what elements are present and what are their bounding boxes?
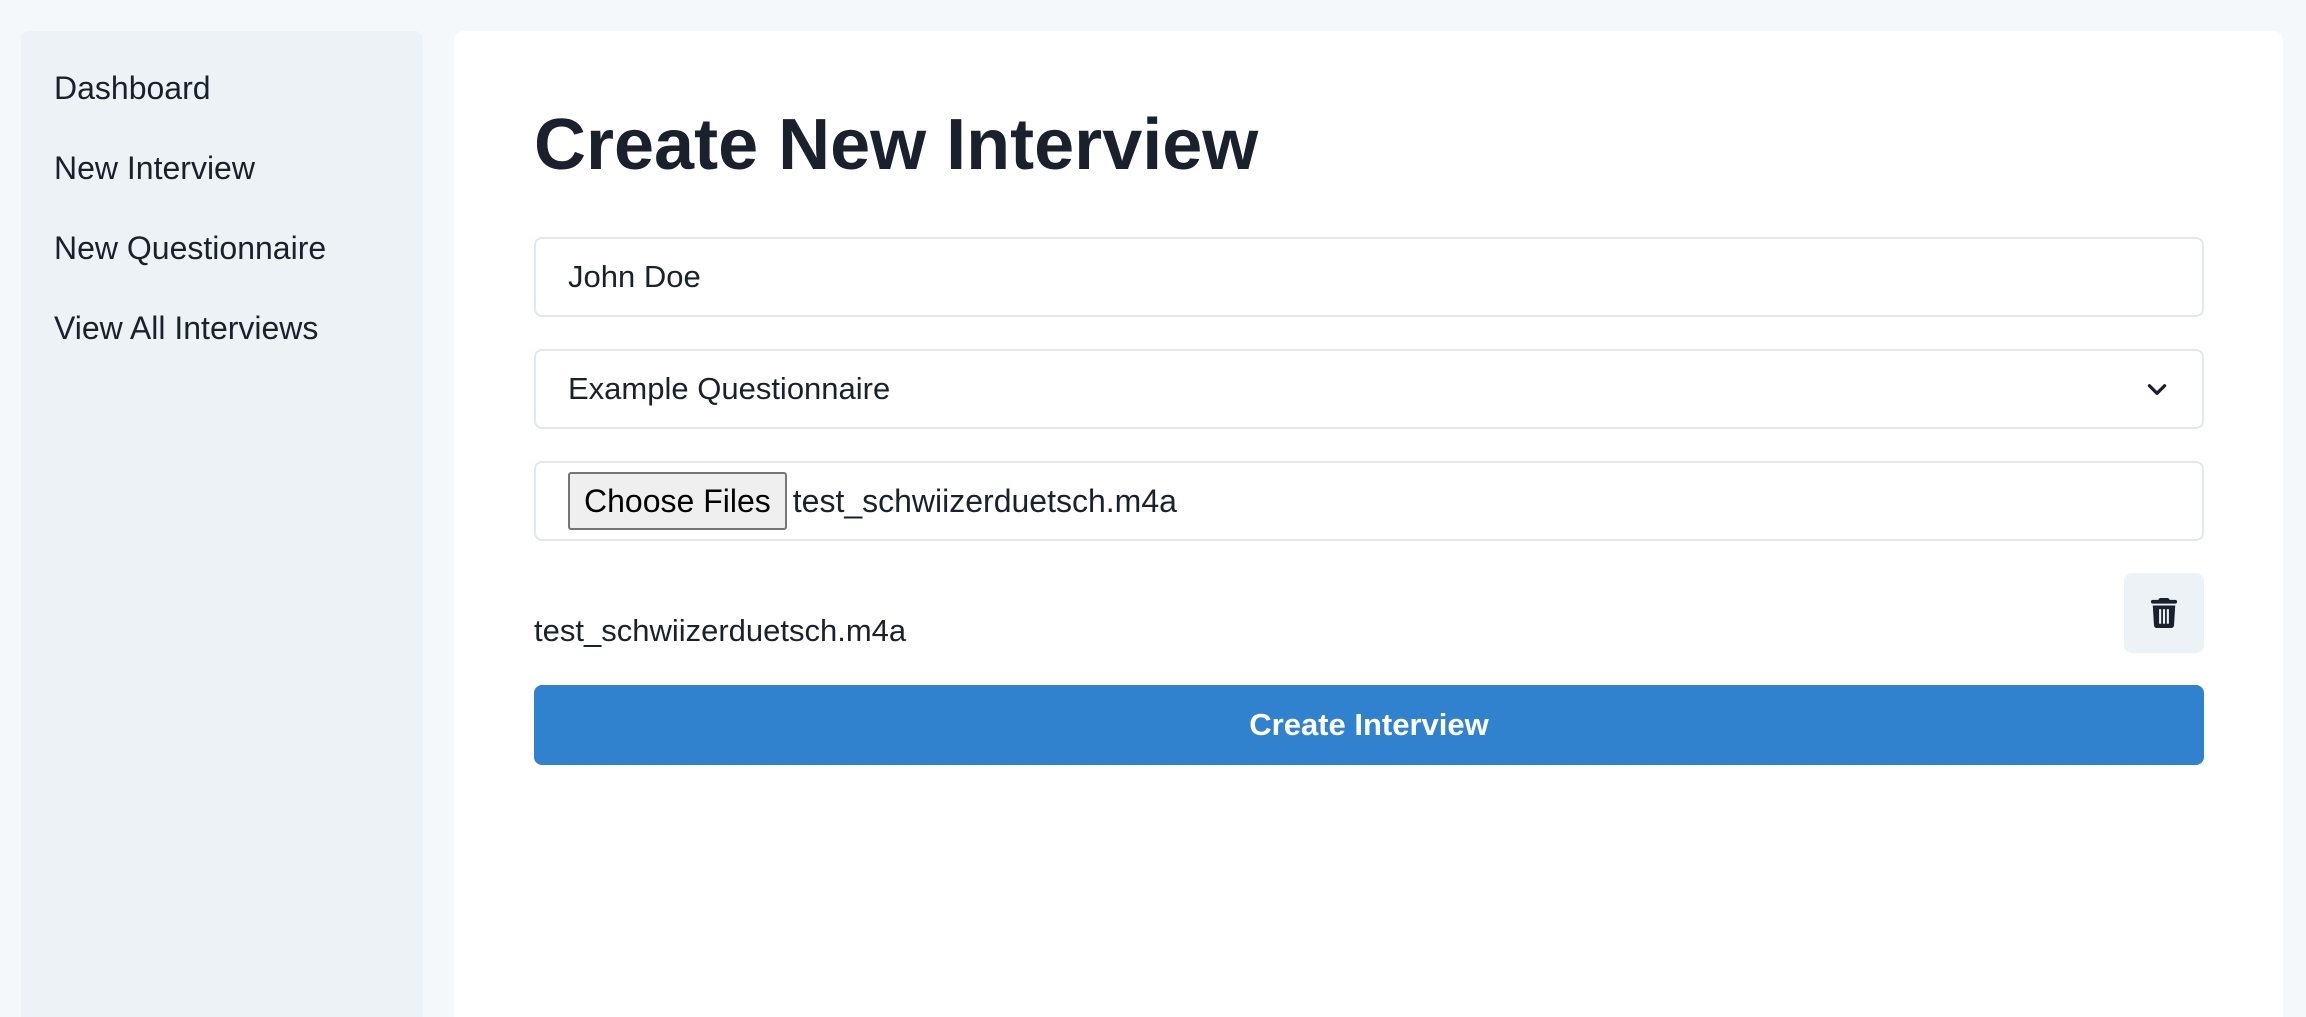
delete-file-button[interactable] [2124, 573, 2204, 653]
sidebar-item-dashboard[interactable]: Dashboard [21, 38, 423, 118]
uploaded-file-name: test_schwiizerduetsch.m4a [534, 613, 907, 648]
questionnaire-select-value: Example Questionnaire [568, 371, 891, 406]
main-panel: Create New Interview Example Questionnai… [454, 31, 2283, 1017]
file-chosen-text: test_schwiizerduetsch.m4a [792, 482, 1177, 519]
questionnaire-select[interactable]: Example Questionnaire [534, 349, 2204, 429]
sidebar-item-view-all-interviews[interactable]: View All Interviews [21, 278, 423, 358]
page-title: Create New Interview [534, 105, 1259, 185]
trash-icon [2150, 598, 2178, 628]
choose-files-button[interactable]: Choose Files [568, 472, 787, 530]
sidebar: Dashboard New Interview New Questionnair… [21, 31, 423, 1017]
create-interview-button[interactable]: Create Interview [534, 685, 2204, 765]
app: Dashboard New Interview New Questionnair… [0, 0, 2306, 1017]
interviewee-name-input[interactable] [534, 237, 2204, 317]
sidebar-item-new-questionnaire[interactable]: New Questionnaire [21, 198, 423, 278]
sidebar-item-new-interview[interactable]: New Interview [21, 118, 423, 198]
chevron-down-icon [2147, 384, 2167, 395]
file-upload-field: Choose Files test_schwiizerduetsch.m4a [534, 461, 2204, 541]
